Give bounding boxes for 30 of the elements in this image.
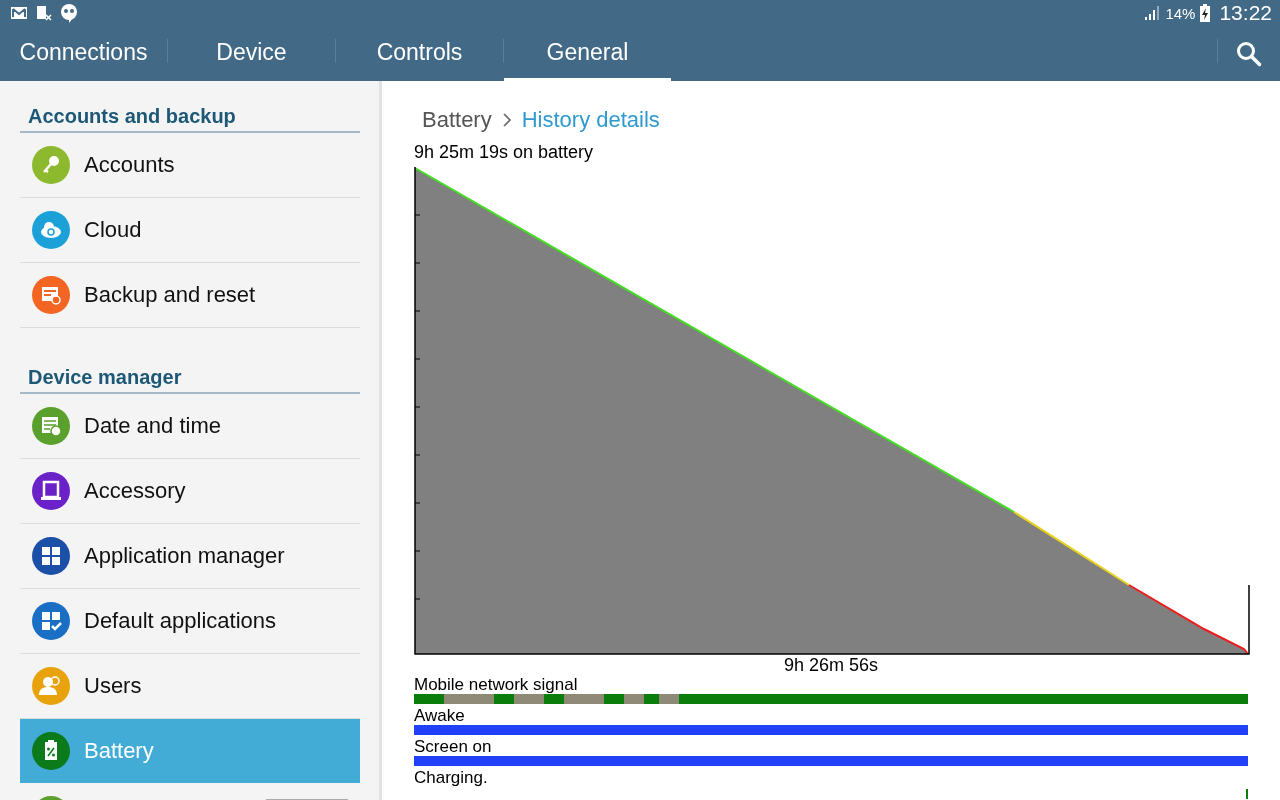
tab[interactable]: Connections [0, 26, 167, 81]
document-icon [36, 5, 52, 21]
battery-charging-icon [1200, 4, 1211, 22]
sidebar-item[interactable]: Accounts [20, 133, 360, 198]
track-label: Mobile network signal [414, 676, 579, 694]
sidebar-item[interactable]: Cloud [20, 198, 360, 263]
battery-percent: 14% [1165, 4, 1196, 22]
section-header: Accounts and backup [20, 105, 360, 133]
sidebar-item[interactable]: Default applications [20, 589, 360, 654]
track-label: Awake [414, 707, 466, 725]
sidebar-item[interactable]: Accessory [20, 459, 360, 524]
tab[interactable]: Device [168, 26, 335, 81]
time-axis-label: 9h 26m 56s [782, 655, 880, 676]
tab[interactable]: Controls [336, 26, 503, 81]
clock-time: 13:22 [1219, 1, 1272, 25]
search-icon [1236, 40, 1262, 67]
section-header: Device manager [20, 366, 360, 394]
chat-bubble-icon [60, 3, 78, 23]
signal-icon [1144, 5, 1161, 21]
track-label: Screen on [414, 738, 493, 756]
battery-duration-label: 9h 25m 19s on battery [414, 142, 595, 163]
breadcrumb-link[interactable]: Battery [422, 107, 492, 133]
chevron-right-icon [501, 112, 512, 128]
sidebar-item[interactable]: Backup and reset [20, 263, 360, 328]
breadcrumb-current: History details [521, 107, 660, 133]
track-label: Charging. [414, 769, 489, 787]
mail-icon [10, 6, 28, 20]
sidebar-item[interactable]: Date and time [20, 394, 360, 459]
sidebar-item[interactable]: Application manager [20, 524, 360, 589]
charging-mark [1246, 789, 1248, 799]
